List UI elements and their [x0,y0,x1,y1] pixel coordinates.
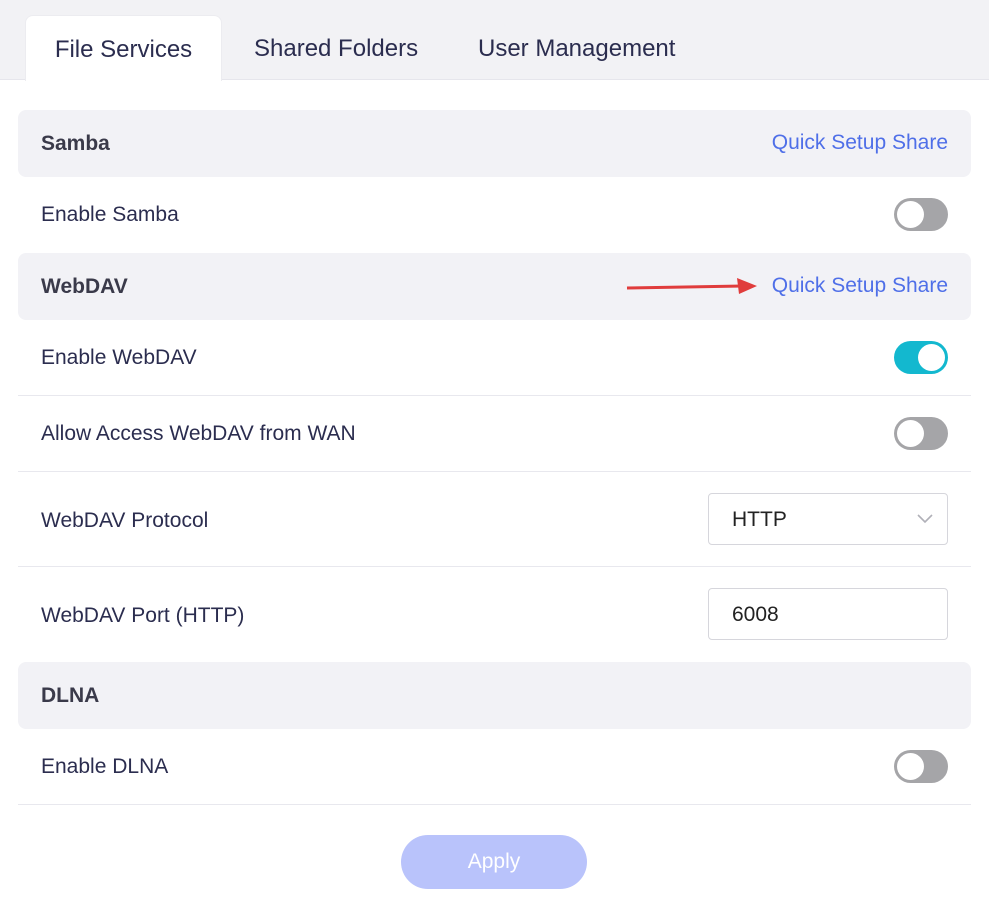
toggle-knob [897,420,924,447]
webdav-protocol-value: HTTP [732,508,787,531]
tab-file-services[interactable]: File Services [25,15,222,81]
enable-dlna-row: Enable DLNA [18,729,971,805]
webdav-section-title: WebDAV [41,275,128,298]
chevron-down-icon [917,514,933,524]
tab-bar: File Services Shared Folders User Manage… [0,0,989,81]
enable-samba-toggle[interactable] [894,198,948,231]
samba-quick-setup-share-link[interactable]: Quick Setup Share [772,131,948,155]
samba-section-title: Samba [41,132,110,155]
webdav-quick-setup-share-link[interactable]: Quick Setup Share [772,274,948,298]
webdav-port-value: 6008 [732,603,779,626]
webdav-section-header: WebDAV Quick Setup Share [18,253,971,320]
allow-wan-label: Allow Access WebDAV from WAN [41,422,356,445]
samba-section-header: Samba Quick Setup Share [18,110,971,177]
toggle-knob [897,753,924,780]
toggle-knob [918,344,945,371]
annotation-arrow-icon [626,278,757,294]
enable-webdav-row: Enable WebDAV [18,320,971,396]
allow-wan-row: Allow Access WebDAV from WAN [18,396,971,472]
webdav-protocol-label: WebDAV Protocol [41,509,209,532]
dlna-section-title: DLNA [41,684,100,707]
enable-webdav-toggle[interactable] [894,341,948,374]
toggle-knob [897,201,924,228]
enable-dlna-label: Enable DLNA [41,755,169,778]
allow-wan-toggle[interactable] [894,417,948,450]
enable-dlna-toggle[interactable] [894,750,948,783]
enable-webdav-label: Enable WebDAV [41,346,197,369]
dlna-section-header: DLNA [18,662,971,729]
enable-samba-label: Enable Samba [41,203,179,226]
webdav-protocol-row: WebDAV Protocol HTTP [18,472,971,567]
tab-user-management[interactable]: User Management [478,15,708,81]
tab-shared-folders[interactable]: Shared Folders [254,15,429,81]
webdav-port-row: WebDAV Port (HTTP) 6008 [18,567,971,662]
enable-samba-row: Enable Samba [18,177,971,252]
webdav-port-input[interactable]: 6008 [708,588,948,640]
apply-button[interactable]: Apply [401,835,587,889]
webdav-protocol-select[interactable]: HTTP [708,493,948,545]
webdav-port-label: WebDAV Port (HTTP) [41,604,245,627]
